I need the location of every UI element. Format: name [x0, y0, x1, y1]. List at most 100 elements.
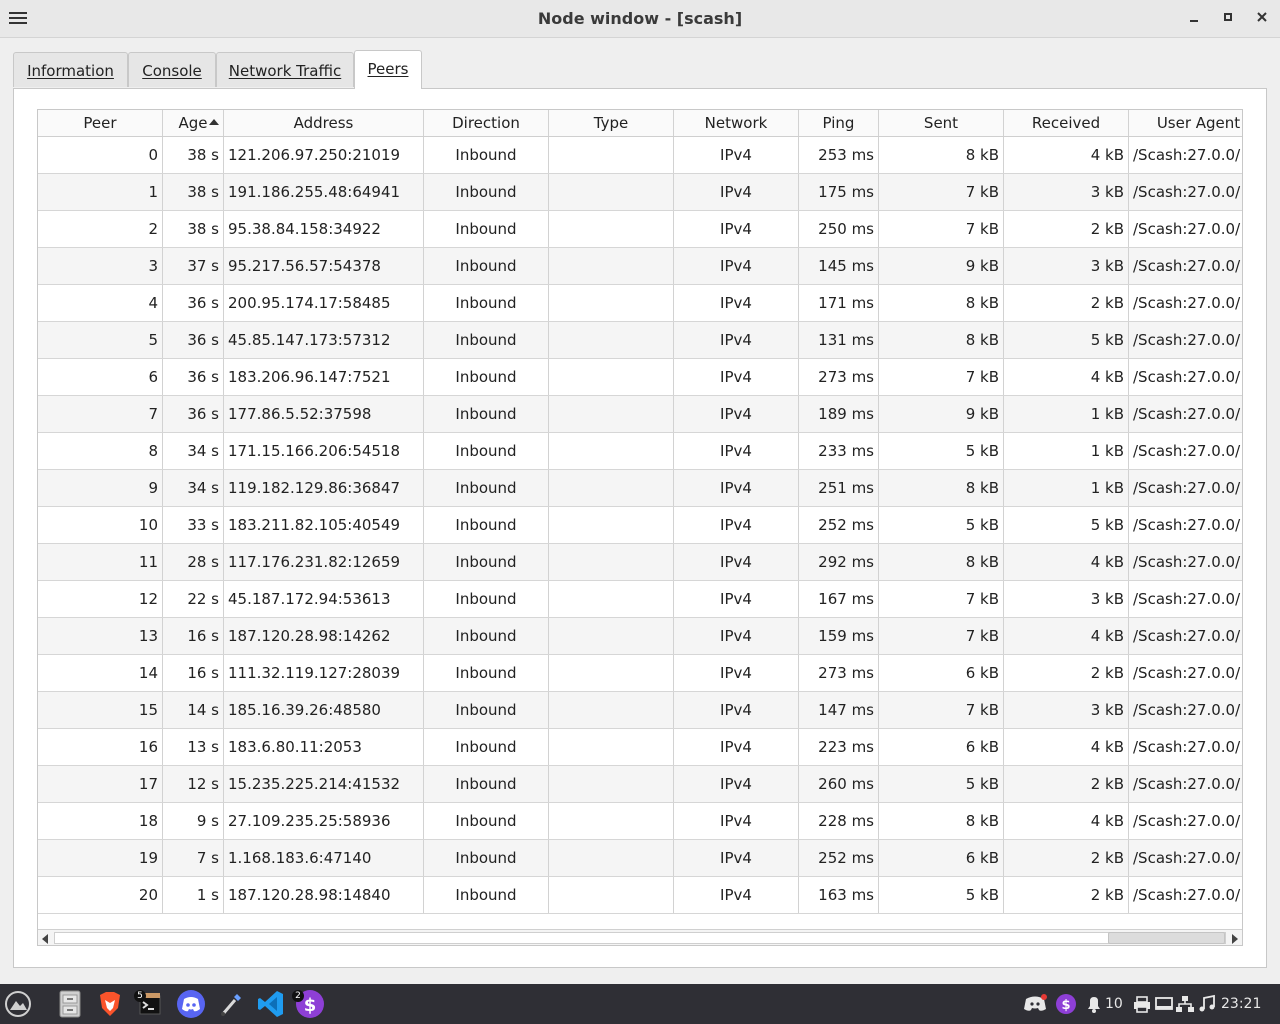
- column-header-address[interactable]: Address: [224, 110, 424, 136]
- column-header-network[interactable]: Network: [674, 110, 799, 136]
- peers-table: Peer Age Address Direction Type Network Ping Se…: [37, 109, 1243, 946]
- table-row[interactable]: 18 9 s 27.109.235.25:58936 Inbound IPv4 228 m…: [38, 803, 1242, 840]
- table-row[interactable]: 11 28 s 117.176.231.82:12659 Inbound IPv4 292…: [38, 544, 1242, 581]
- cell-peer: 18: [38, 803, 163, 839]
- cell-address: 185.16.39.26:48580: [224, 692, 424, 728]
- cell-ping: 233 ms: [799, 433, 879, 469]
- cell-ping: 252 ms: [799, 840, 879, 876]
- maximize-icon[interactable]: [1217, 8, 1239, 30]
- clock[interactable]: 23:21: [1221, 996, 1261, 1012]
- column-header-ping[interactable]: Ping: [799, 110, 879, 136]
- column-header-peer[interactable]: Peer: [38, 110, 163, 136]
- cell-ping: 167 ms: [799, 581, 879, 617]
- cell-age: 22 s: [163, 581, 224, 617]
- scrollbar-thumb[interactable]: [1108, 932, 1225, 944]
- table-row[interactable]: 6 36 s 183.206.96.147:7521 Inbound IPv4 273 m…: [38, 359, 1242, 396]
- cell-direction: Inbound: [424, 766, 549, 802]
- cell-user-agent: /Scash:27.0.0/: [1129, 581, 1242, 617]
- cell-direction: Inbound: [424, 544, 549, 580]
- terminal-icon[interactable]: 5: [134, 988, 166, 1020]
- audio-icon[interactable]: [1197, 988, 1217, 1020]
- cell-network: IPv4: [674, 877, 799, 913]
- cell-ping: 260 ms: [799, 766, 879, 802]
- notification-bell-icon[interactable]: [1084, 988, 1104, 1020]
- cell-age: 36 s: [163, 322, 224, 358]
- tab-peers-label: Peers: [367, 60, 409, 78]
- cell-user-agent: /Scash:27.0.0/: [1129, 766, 1242, 802]
- table-row[interactable]: 1 38 s 191.186.255.48:64941 Inbound IPv4 175 …: [38, 174, 1242, 211]
- table-row[interactable]: 15 14 s 185.16.39.26:48580 Inbound IPv4 147 m…: [38, 692, 1242, 729]
- cell-type: [549, 581, 674, 617]
- brave-browser-icon[interactable]: [94, 988, 126, 1020]
- cell-ping: 273 ms: [799, 359, 879, 395]
- cell-age: 34 s: [163, 433, 224, 469]
- cell-received: 1 kB: [1004, 433, 1129, 469]
- printer-icon[interactable]: [1132, 988, 1152, 1020]
- cell-age: 16 s: [163, 618, 224, 654]
- cell-user-agent: /Scash:27.0.0/: [1129, 470, 1242, 506]
- table-row[interactable]: 10 33 s 183.211.82.105:40549 Inbound IPv4 252…: [38, 507, 1242, 544]
- tab-information[interactable]: Information: [13, 52, 128, 87]
- table-row[interactable]: 14 16 s 111.32.119.127:28039 Inbound IPv4 273…: [38, 655, 1242, 692]
- tab-network-traffic[interactable]: Network Traffic: [216, 52, 354, 87]
- cell-network: IPv4: [674, 544, 799, 580]
- cell-sent: 7 kB: [879, 618, 1004, 654]
- table-row[interactable]: 9 34 s 119.182.129.86:36847 Inbound IPv4 251 …: [38, 470, 1242, 507]
- color-picker-icon[interactable]: [215, 988, 247, 1020]
- file-cabinet-icon[interactable]: [54, 988, 86, 1020]
- table-row[interactable]: 4 36 s 200.95.174.17:58485 Inbound IPv4 171 m…: [38, 285, 1242, 322]
- scrollbar-track[interactable]: [54, 932, 1226, 944]
- network-icon[interactable]: [1175, 988, 1195, 1020]
- cell-peer: 5: [38, 322, 163, 358]
- column-header-direction[interactable]: Direction: [424, 110, 549, 136]
- table-row[interactable]: 20 1 s 187.120.28.98:14840 Inbound IPv4 163 m…: [38, 877, 1242, 914]
- cell-sent: 7 kB: [879, 359, 1004, 395]
- cell-ping: 253 ms: [799, 137, 879, 173]
- column-header-received[interactable]: Received: [1004, 110, 1129, 136]
- table-row[interactable]: 2 38 s 95.38.84.158:34922 Inbound IPv4 250 ms…: [38, 211, 1242, 248]
- horizontal-scrollbar[interactable]: [38, 929, 1242, 945]
- column-header-sent[interactable]: Sent: [879, 110, 1004, 136]
- minimize-icon[interactable]: [1183, 8, 1205, 30]
- scroll-left-icon[interactable]: [42, 934, 48, 944]
- cell-user-agent: /Scash:27.0.0/: [1129, 285, 1242, 321]
- tab-peers[interactable]: Peers: [354, 50, 422, 89]
- cell-age: 12 s: [163, 766, 224, 802]
- table-row[interactable]: 12 22 s 45.187.172.94:53613 Inbound IPv4 167 …: [38, 581, 1242, 618]
- close-icon[interactable]: [1251, 8, 1273, 30]
- table-row[interactable]: 0 38 s 121.206.97.250:21019 Inbound IPv4 253 …: [38, 137, 1242, 174]
- table-row[interactable]: 17 12 s 15.235.225.214:41532 Inbound IPv4 260…: [38, 766, 1242, 803]
- display-icon[interactable]: [1154, 988, 1174, 1020]
- tray-wallet-icon[interactable]: $: [1054, 988, 1078, 1020]
- table-row[interactable]: 8 34 s 171.15.166.206:54518 Inbound IPv4 233 …: [38, 433, 1242, 470]
- scroll-right-icon[interactable]: [1232, 934, 1238, 944]
- cell-sent: 8 kB: [879, 285, 1004, 321]
- column-header-age[interactable]: Age: [163, 110, 224, 136]
- scash-wallet-icon[interactable]: $ 2: [292, 988, 326, 1020]
- discord-icon[interactable]: [175, 988, 207, 1020]
- sort-ascending-icon: [209, 119, 219, 125]
- cell-peer: 16: [38, 729, 163, 765]
- cell-network: IPv4: [674, 766, 799, 802]
- table-row[interactable]: 16 13 s 183.6.80.11:2053 Inbound IPv4 223 ms 6…: [38, 729, 1242, 766]
- table-row[interactable]: 7 36 s 177.86.5.52:37598 Inbound IPv4 189 ms 9…: [38, 396, 1242, 433]
- cell-address: 183.6.80.11:2053: [224, 729, 424, 765]
- table-row[interactable]: 3 37 s 95.217.56.57:54378 Inbound IPv4 145 ms…: [38, 248, 1242, 285]
- tab-console[interactable]: Console: [128, 52, 216, 87]
- cell-direction: Inbound: [424, 359, 549, 395]
- cell-network: IPv4: [674, 248, 799, 284]
- table-row[interactable]: 5 36 s 45.85.147.173:57312 Inbound IPv4 131 m…: [38, 322, 1242, 359]
- cell-address: 95.217.56.57:54378: [224, 248, 424, 284]
- vscode-icon[interactable]: [255, 988, 287, 1020]
- cell-user-agent: /Scash:27.0.0/: [1129, 655, 1242, 691]
- table-row[interactable]: 19 7 s 1.168.183.6:47140 Inbound IPv4 252 ms 6…: [38, 840, 1242, 877]
- column-header-type[interactable]: Type: [549, 110, 674, 136]
- cell-network: IPv4: [674, 692, 799, 728]
- table-row[interactable]: 13 16 s 187.120.28.98:14262 Inbound IPv4 159 …: [38, 618, 1242, 655]
- cell-sent: 5 kB: [879, 507, 1004, 543]
- tray-discord-icon[interactable]: [1022, 988, 1048, 1020]
- launcher-icon[interactable]: [2, 988, 34, 1020]
- cell-type: [549, 285, 674, 321]
- column-header-user-agent[interactable]: User Agent: [1129, 110, 1242, 136]
- cell-user-agent: /Scash:27.0.0/: [1129, 433, 1242, 469]
